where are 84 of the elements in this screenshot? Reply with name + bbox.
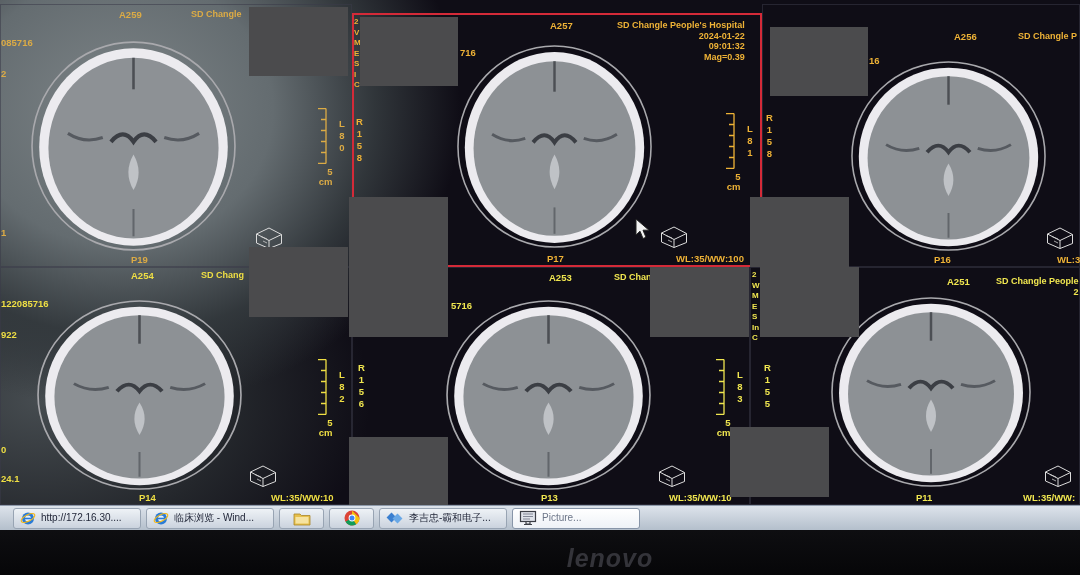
side-marker-label: L81 bbox=[746, 122, 754, 159]
header-text: SD Changle bbox=[191, 9, 242, 20]
side-marker-label: L83 bbox=[736, 368, 744, 405]
image-number: P16 bbox=[934, 254, 951, 265]
web-browser-icon bbox=[153, 510, 169, 526]
app-icon bbox=[386, 510, 404, 526]
taskbar-button[interactable]: 李吉忠-霸和电子... bbox=[379, 507, 507, 529]
series-label: A259 bbox=[119, 9, 142, 20]
header-text: Mag=0.39 bbox=[703, 51, 745, 62]
series-label: A256 bbox=[954, 31, 977, 42]
image-number: P13 bbox=[541, 492, 558, 503]
taskbar-button[interactable]: http://172.16.30.... bbox=[13, 507, 141, 529]
info-text: In bbox=[752, 322, 760, 333]
orientation-cube-icon bbox=[1044, 464, 1072, 488]
series-label: A253 bbox=[549, 272, 572, 283]
image-number: P11 bbox=[916, 492, 933, 503]
info-text: W bbox=[752, 280, 760, 291]
info-text: 1 bbox=[1, 227, 7, 238]
info-text: 716 bbox=[460, 47, 476, 58]
side-marker-label: R158 bbox=[766, 111, 773, 160]
taskbar-button[interactable] bbox=[279, 507, 324, 529]
info-text: C bbox=[354, 80, 360, 91]
header-text: 09:01:32 bbox=[708, 41, 745, 52]
window-level-text: WL:3 bbox=[1057, 254, 1080, 265]
info-text: 2 bbox=[1, 68, 7, 79]
header-text: SD Changle P bbox=[1018, 31, 1077, 42]
side-marker-label: L80 bbox=[338, 118, 346, 154]
series-label: A254 bbox=[131, 270, 154, 281]
info-text: E bbox=[354, 48, 360, 59]
info-text: 085716 bbox=[1, 37, 33, 48]
info-text: S bbox=[752, 312, 758, 323]
web-browser-icon bbox=[343, 510, 360, 526]
web-browser-icon bbox=[20, 510, 36, 526]
scale-label: 5 cm bbox=[317, 417, 333, 438]
header-text: 2 bbox=[1073, 286, 1079, 297]
scale-bar-icon bbox=[714, 358, 725, 415]
series-label: A257 bbox=[550, 20, 573, 33]
taskbar-button[interactable] bbox=[329, 507, 374, 529]
header-text: SD Chang bbox=[201, 270, 244, 281]
window-level-text: WL:35/WW:100 bbox=[676, 253, 744, 264]
orientation-cube-icon bbox=[660, 225, 688, 249]
scale-label: 5 cm bbox=[715, 417, 731, 438]
info-text: 922 bbox=[1, 329, 17, 340]
image-number: P17 bbox=[547, 253, 564, 264]
info-text: V bbox=[354, 27, 360, 38]
taskbar-button[interactable]: Picture... bbox=[512, 507, 640, 529]
info-text: M bbox=[752, 291, 759, 302]
orientation-cube-icon bbox=[658, 464, 686, 488]
info-text: I bbox=[354, 69, 357, 80]
scale-bar-icon bbox=[316, 108, 327, 164]
info-text: 24.1 bbox=[1, 473, 20, 484]
side-marker-label: R158 bbox=[356, 116, 363, 164]
scale-label: 5 cm bbox=[317, 167, 333, 187]
series-label: A251 bbox=[947, 276, 970, 289]
side-marker-label: R156 bbox=[358, 362, 365, 410]
window-level-text: WL:35/WW:10 bbox=[271, 492, 334, 503]
info-text: C bbox=[752, 333, 758, 344]
window-level-text: WL:35/WW:10 bbox=[669, 492, 732, 503]
orientation-cube-icon bbox=[255, 226, 283, 250]
header-text: 2024-01-22 bbox=[698, 30, 745, 41]
orientation-cube-icon bbox=[249, 464, 277, 488]
image-number: P14 bbox=[139, 492, 156, 503]
orientation-cube-icon bbox=[1046, 226, 1074, 250]
info-text: 2 bbox=[354, 17, 359, 28]
image-number: P19 bbox=[131, 254, 148, 265]
header-text: SD Changle People's Hospital bbox=[617, 20, 745, 31]
info-text: 122085716 bbox=[1, 298, 49, 309]
taskbar-button[interactable]: 临床浏览 - Wind... bbox=[146, 507, 274, 529]
info-text: 2 bbox=[752, 270, 757, 281]
header-text: SD Changle People bbox=[996, 276, 1079, 287]
window-level-text: WL:35/WW: bbox=[1023, 492, 1076, 503]
side-marker-label: R155 bbox=[764, 362, 771, 410]
info-text: 16 bbox=[869, 55, 880, 66]
scale-bar-icon bbox=[724, 112, 735, 169]
side-marker-label: L82 bbox=[338, 368, 346, 405]
monitor-icon bbox=[519, 510, 537, 526]
scale-bar-icon bbox=[316, 358, 327, 415]
info-text: 5716 bbox=[451, 300, 473, 311]
info-text: S bbox=[354, 59, 360, 70]
info-text: M bbox=[354, 38, 361, 49]
info-text: E bbox=[752, 301, 758, 312]
info-text: 0 bbox=[1, 444, 7, 455]
scale-label: 5 cm bbox=[725, 171, 741, 192]
folder-icon bbox=[292, 510, 311, 526]
